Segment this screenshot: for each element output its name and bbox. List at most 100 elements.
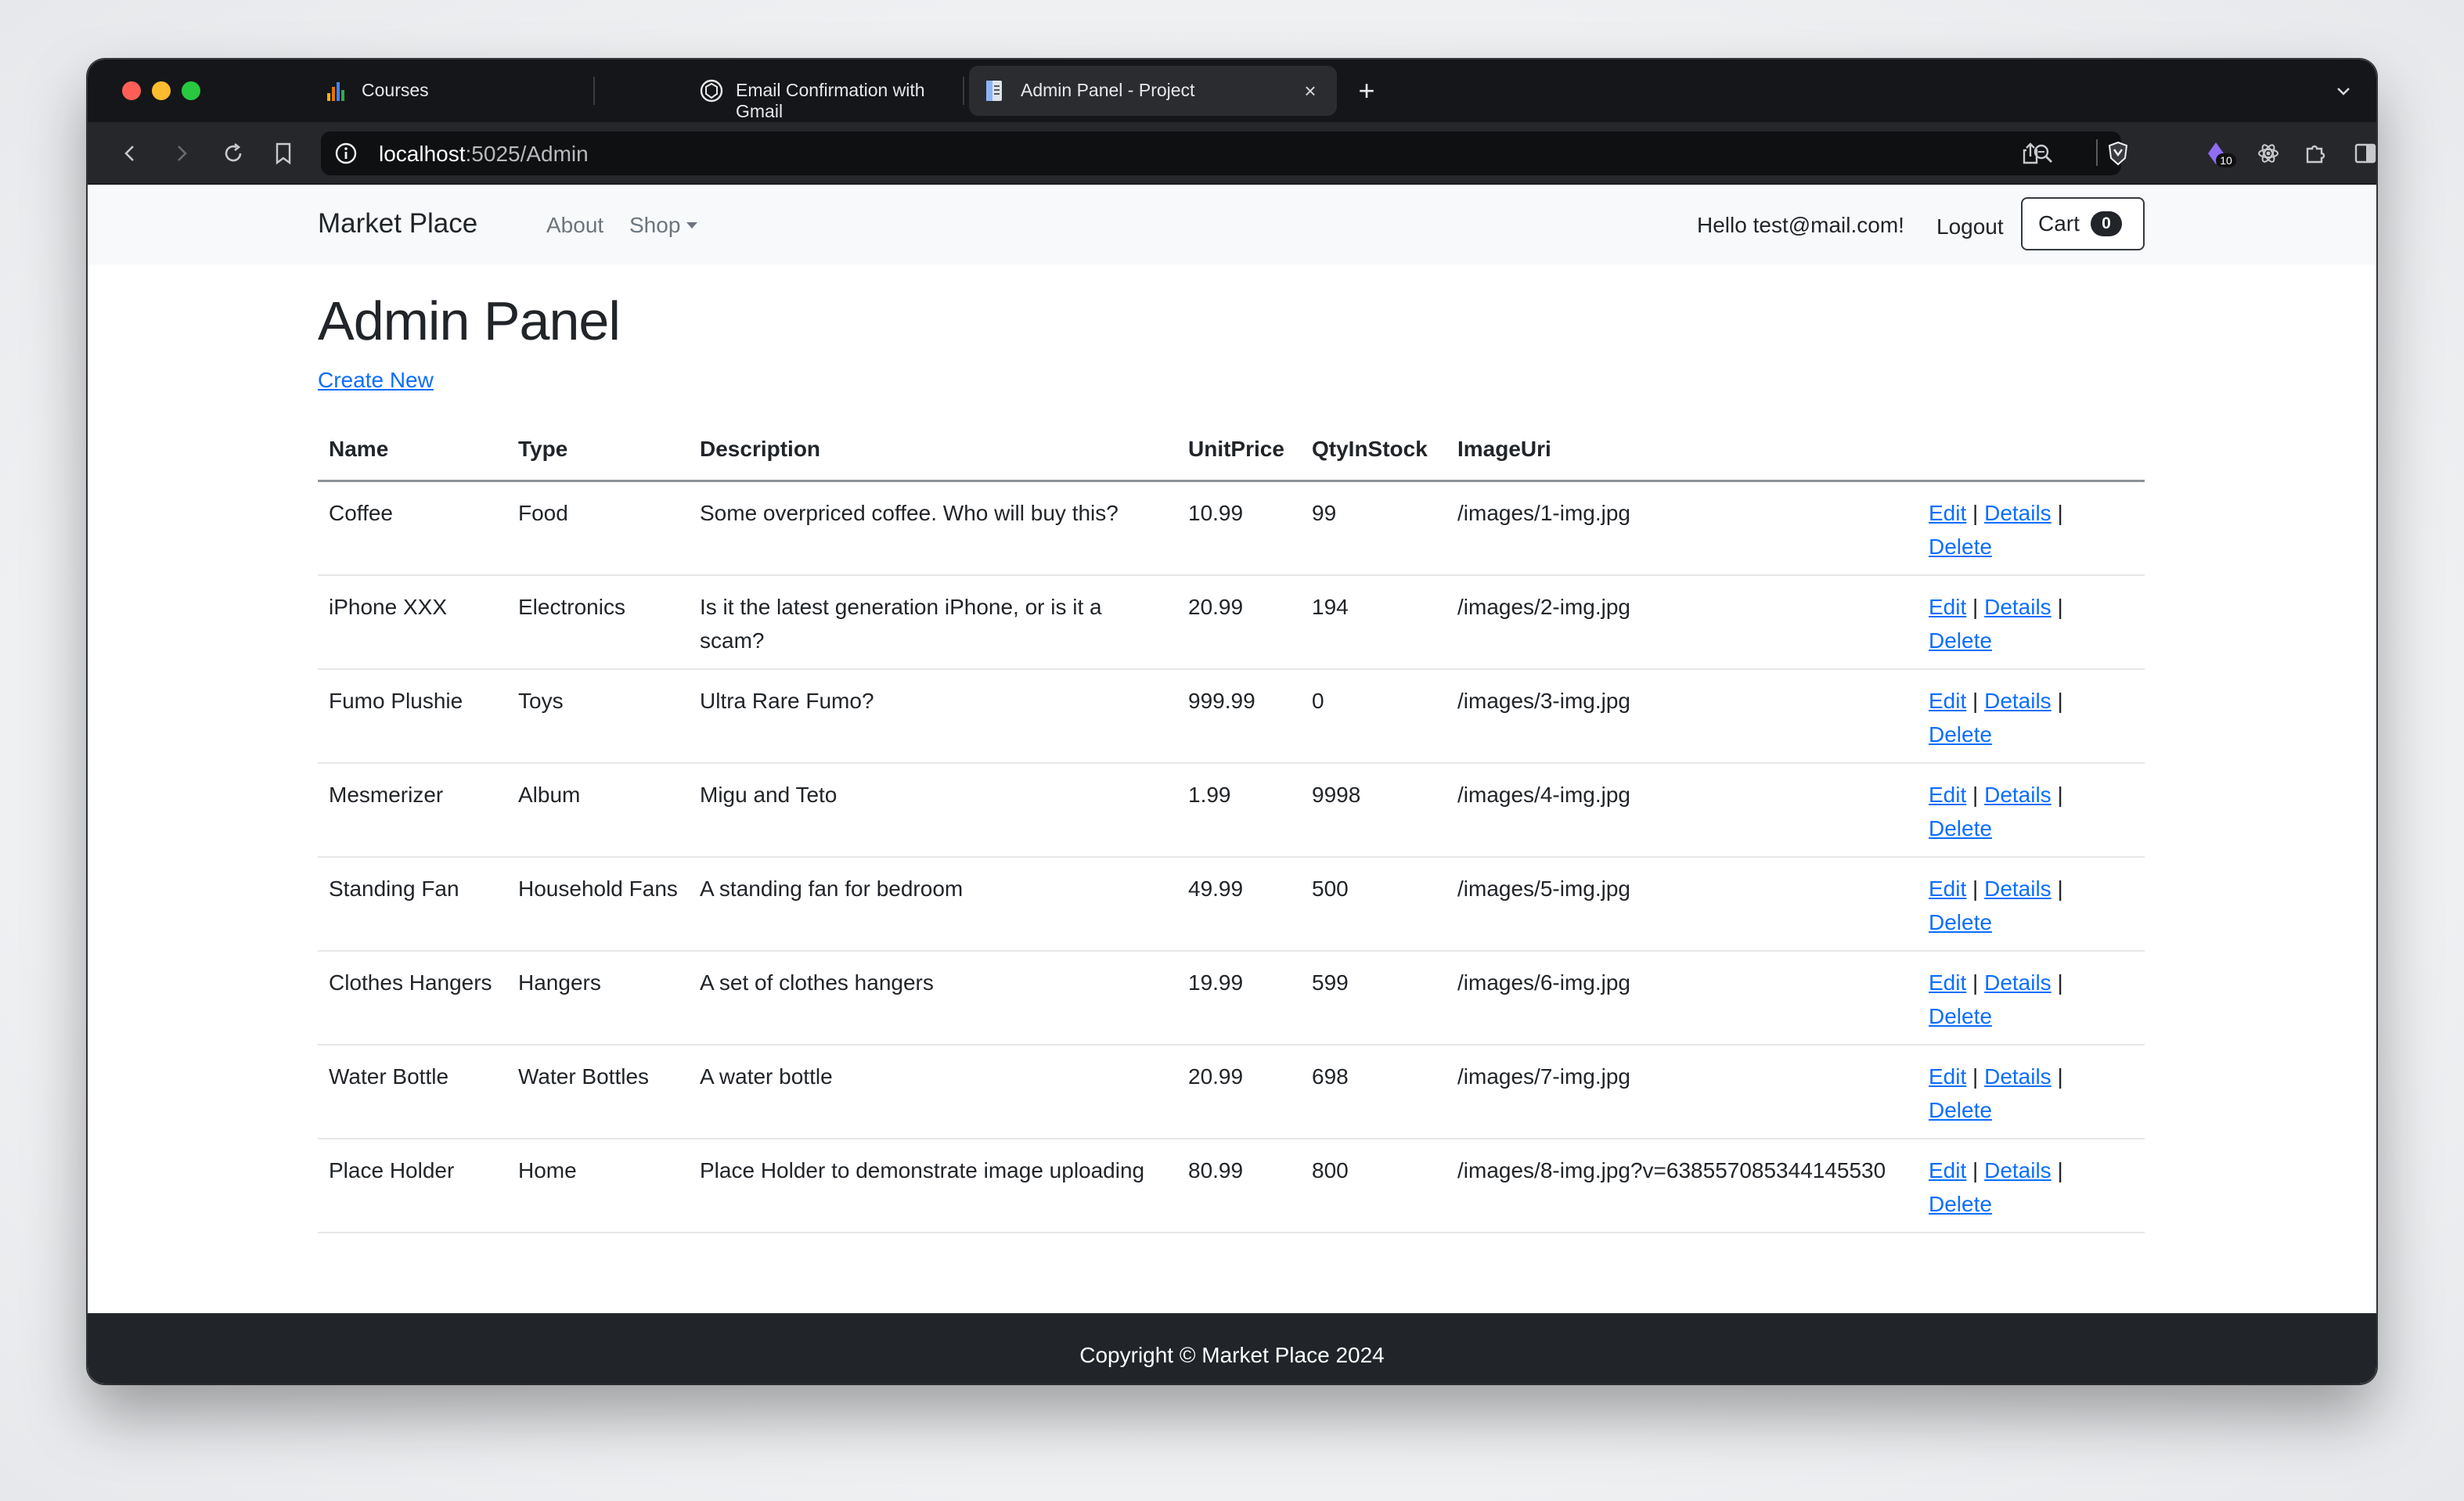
column-header-actions [1918, 423, 2145, 482]
cell-imageuri: /images/8-img.jpg?v=638557085344145530 [1446, 1138, 1918, 1233]
cell-description: Some overpriced coffee. Who will buy thi… [689, 481, 1177, 576]
cell-actions: Edit | Details | Delete [1918, 762, 2145, 858]
brave-shield-icon[interactable] [2102, 138, 2134, 169]
site-footer: Copyright © Market Place 2024 [88, 1313, 2376, 1384]
details-link[interactable]: Details [1984, 1064, 2052, 1089]
action-separator: | [1972, 1157, 1979, 1182]
create-new-link[interactable]: Create New [318, 368, 434, 393]
user-greeting: Hello test@mail.com! [1697, 213, 1904, 237]
cell-imageuri: /images/4-img.jpg [1446, 762, 1918, 858]
tab-admin-panel[interactable]: Admin Panel - Project × [969, 66, 1337, 116]
share-icon[interactable] [2018, 141, 2043, 166]
brand-link[interactable]: Market Place [318, 208, 477, 239]
minimize-window-button[interactable] [152, 81, 171, 100]
action-separator: | [1972, 594, 1979, 619]
cell-actions: Edit | Details | Delete [1918, 1138, 2145, 1233]
reload-icon[interactable] [218, 138, 249, 169]
table-row: Standing Fan Household Fans A standing fan… [318, 856, 2145, 952]
tab-divider [593, 77, 595, 105]
cell-description: A set of clothes hangers [689, 950, 1177, 1046]
delete-link[interactable]: Delete [1929, 1192, 1992, 1216]
details-link[interactable]: Details [1984, 970, 2052, 995]
delete-link[interactable]: Delete [1929, 910, 1992, 934]
sidebar-icon[interactable] [2350, 138, 2376, 169]
tab-label: Admin Panel - Project [1021, 80, 1195, 100]
back-arrow-icon[interactable] [114, 138, 146, 169]
table-row: Clothes Hangers Hangers A set of clothes h… [318, 950, 2145, 1046]
edit-link[interactable]: Edit [1929, 1158, 1966, 1182]
cell-imageuri: /images/3-img.jpg [1446, 668, 1918, 764]
column-header-unitprice: UnitPrice [1177, 423, 1301, 482]
cell-name: Standing Fan [318, 856, 507, 952]
cell-unitprice: 1.99 [1177, 762, 1301, 858]
cell-description: A water bottle [689, 1044, 1177, 1139]
nav-about-link[interactable]: About [546, 213, 603, 238]
delete-link[interactable]: Delete [1929, 722, 1992, 747]
cell-description: Migu and Teto [689, 762, 1177, 858]
edit-link[interactable]: Edit [1929, 689, 1966, 713]
desktop-background: Courses Email Confirmation with Gmail Ad… [0, 0, 2464, 1501]
page-title: Admin Panel [318, 290, 621, 351]
delete-link[interactable]: Delete [1929, 628, 1992, 653]
browser-toolbar: localhost:5025/Admin 10 [88, 122, 2376, 185]
cart-button[interactable]: Cart 0 [2021, 197, 2145, 250]
edit-link[interactable]: Edit [1929, 595, 1966, 619]
details-link[interactable]: Details [1984, 689, 2052, 713]
details-link[interactable]: Details [1984, 783, 2052, 807]
forward-arrow-icon[interactable] [166, 138, 197, 169]
delete-link[interactable]: Delete [1929, 535, 1992, 559]
table-row: Coffee Food Some overpriced coffee. Who wi… [318, 481, 2145, 576]
new-tab-button[interactable]: + [1351, 74, 1382, 106]
cell-unitprice: 49.99 [1177, 856, 1301, 952]
edit-link[interactable]: Edit [1929, 970, 1966, 995]
delete-link[interactable]: Delete [1929, 1098, 1992, 1122]
details-link[interactable]: Details [1984, 1158, 2052, 1182]
react-icon[interactable] [2253, 138, 2284, 169]
details-link[interactable]: Details [1984, 595, 2052, 619]
close-tab-icon[interactable]: × [1296, 77, 1324, 105]
delete-link[interactable]: Delete [1929, 1004, 1992, 1028]
cell-qtyinstock: 500 [1301, 856, 1446, 952]
cell-imageuri: /images/2-img.jpg [1446, 574, 1918, 670]
cell-type: Hangers [507, 950, 689, 1046]
cell-unitprice: 20.99 [1177, 1044, 1301, 1139]
cell-name: Water Bottle [318, 1044, 507, 1139]
edit-link[interactable]: Edit [1929, 1064, 1966, 1089]
edit-link[interactable]: Edit [1929, 876, 1966, 901]
close-window-button[interactable] [122, 81, 141, 100]
column-header-description: Description [689, 423, 1177, 482]
address-bar[interactable]: localhost:5025/Admin [321, 131, 2121, 175]
bookmark-icon[interactable] [268, 138, 299, 169]
puzzle-icon[interactable] [2300, 138, 2331, 169]
action-separator: | [2057, 876, 2063, 901]
action-separator: | [2057, 594, 2063, 619]
info-icon[interactable] [333, 141, 358, 166]
details-link[interactable]: Details [1984, 876, 2052, 901]
cell-qtyinstock: 599 [1301, 950, 1446, 1046]
cart-label: Cart [2038, 211, 2080, 236]
logout-link[interactable]: Logout [1936, 214, 2004, 239]
action-separator: | [2057, 1064, 2063, 1089]
action-separator: | [2057, 970, 2063, 995]
cell-description: Is it the latest generation iPhone, or i… [689, 574, 1177, 670]
edit-link[interactable]: Edit [1929, 501, 1966, 525]
cell-type: Toys [507, 668, 689, 764]
details-link[interactable]: Details [1984, 501, 2052, 525]
edit-link[interactable]: Edit [1929, 783, 1966, 807]
cell-name: Coffee [318, 481, 507, 576]
delete-link[interactable]: Delete [1929, 816, 1992, 840]
cell-qtyinstock: 0 [1301, 668, 1446, 764]
action-separator: | [1972, 500, 1979, 525]
nav-shop-dropdown[interactable]: Shop [629, 213, 698, 238]
tab-email-confirmation[interactable]: Email Confirmation with Gmail [604, 66, 972, 121]
cell-name: Fumo Plushie [318, 668, 507, 764]
openai-icon [700, 79, 723, 103]
action-separator: | [2057, 500, 2063, 525]
cell-qtyinstock: 800 [1301, 1138, 1446, 1233]
chevron-down-icon[interactable] [2329, 77, 2358, 105]
vpn-extension-icon[interactable]: 10 [2201, 138, 2240, 169]
extension-icon [2130, 138, 2161, 169]
document-icon [983, 79, 1007, 103]
maximize-window-button[interactable] [182, 81, 200, 100]
cell-actions: Edit | Details | Delete [1918, 481, 2145, 576]
